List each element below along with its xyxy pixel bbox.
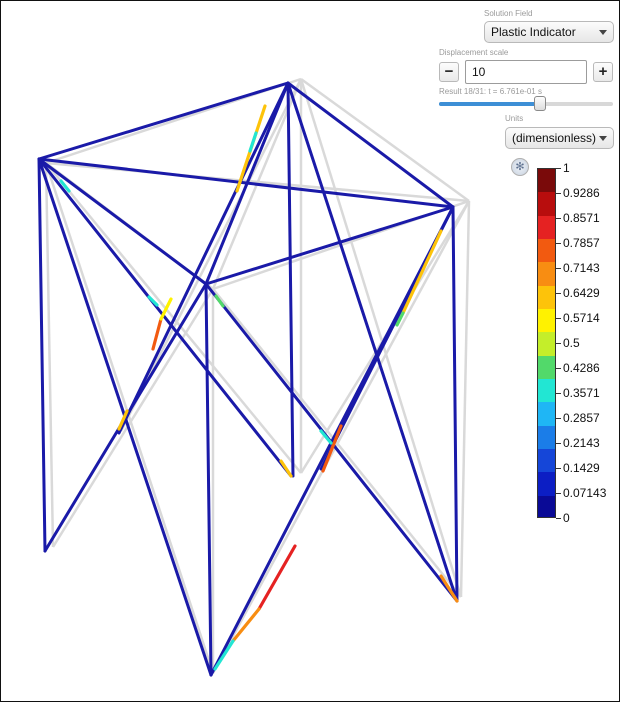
- legend-tick-label: 0.7143: [563, 261, 600, 275]
- legend-tick-label: 0.2857: [563, 411, 600, 425]
- legend-tick-label: 0.8571: [563, 211, 600, 225]
- legend-tick-mark: [556, 418, 561, 419]
- displacement-scale-label: Displacement scale: [439, 48, 509, 57]
- chevron-down-icon: [599, 30, 607, 35]
- legend-color-band: [538, 239, 555, 264]
- solution-field-select[interactable]: Plastic Indicator: [484, 21, 614, 43]
- legend-color-band: [538, 495, 555, 517]
- legend-tick-label: 0.4286: [563, 361, 600, 375]
- units-label: Units: [505, 114, 524, 123]
- increase-scale-button[interactable]: +: [593, 62, 613, 82]
- legend-color-band: [538, 332, 555, 357]
- legend-tick-mark: [556, 293, 561, 294]
- color-legend-bar: [537, 168, 556, 518]
- decrease-scale-button[interactable]: −: [439, 62, 459, 82]
- legend-color-band: [538, 355, 555, 380]
- legend-tick-mark: [556, 468, 561, 469]
- gear-icon[interactable]: ✻: [511, 158, 529, 176]
- legend-tick-label: 0.1429: [563, 461, 600, 475]
- legend-tick-label: 0.7857: [563, 236, 600, 250]
- result-slider[interactable]: [439, 102, 613, 106]
- 3d-viewport[interactable]: [1, 1, 619, 701]
- solution-field-label: Solution Field: [484, 9, 533, 18]
- legend-tick-label: 0.07143: [563, 486, 607, 500]
- legend-tick-mark: [556, 193, 561, 194]
- units-select[interactable]: (dimensionless): [505, 127, 614, 149]
- legend-color-band: [538, 192, 555, 217]
- legend-tick-mark: [556, 343, 561, 344]
- legend-tick-label: 0.2143: [563, 436, 600, 450]
- legend-tick-mark: [556, 493, 561, 494]
- legend-color-band: [538, 262, 555, 287]
- legend-tick-label: 0: [563, 511, 570, 525]
- legend-tick-mark: [556, 518, 561, 519]
- legend-tick-mark: [556, 268, 561, 269]
- legend-color-band: [538, 379, 555, 404]
- legend-color-band: [538, 402, 555, 427]
- legend-color-band: [538, 425, 555, 450]
- legend-tick-mark: [556, 218, 561, 219]
- frame: Solution Field Plastic Indicator Displac…: [0, 0, 620, 702]
- legend-color-band: [538, 309, 555, 334]
- legend-tick-mark: [556, 443, 561, 444]
- legend-color-band: [538, 285, 555, 310]
- solution-field-value: Plastic Indicator: [491, 25, 576, 39]
- legend-tick-label: 0.6429: [563, 286, 600, 300]
- legend-color-band: [538, 472, 555, 497]
- legend-tick-mark: [556, 168, 561, 169]
- legend-color-band: [538, 449, 555, 474]
- legend-color-band: [538, 169, 555, 194]
- displacement-scale-input[interactable]: 10: [465, 60, 587, 84]
- chevron-down-icon: [599, 136, 607, 141]
- legend-tick-mark: [556, 243, 561, 244]
- legend-tick-label: 1: [563, 161, 570, 175]
- legend-tick-label: 0.5: [563, 336, 580, 350]
- legend-tick-mark: [556, 368, 561, 369]
- legend-color-band: [538, 215, 555, 240]
- result-slider-fill: [439, 102, 540, 106]
- result-slider-thumb[interactable]: [534, 96, 546, 111]
- legend-tick-label: 0.3571: [563, 386, 600, 400]
- legend-tick-mark: [556, 393, 561, 394]
- units-value: (dimensionless): [512, 131, 597, 145]
- legend-tick-mark: [556, 318, 561, 319]
- result-time-label: Result 18/31: t = 6.761e-01 s: [439, 87, 542, 96]
- legend-tick-label: 0.9286: [563, 186, 600, 200]
- legend-tick-label: 0.5714: [563, 311, 600, 325]
